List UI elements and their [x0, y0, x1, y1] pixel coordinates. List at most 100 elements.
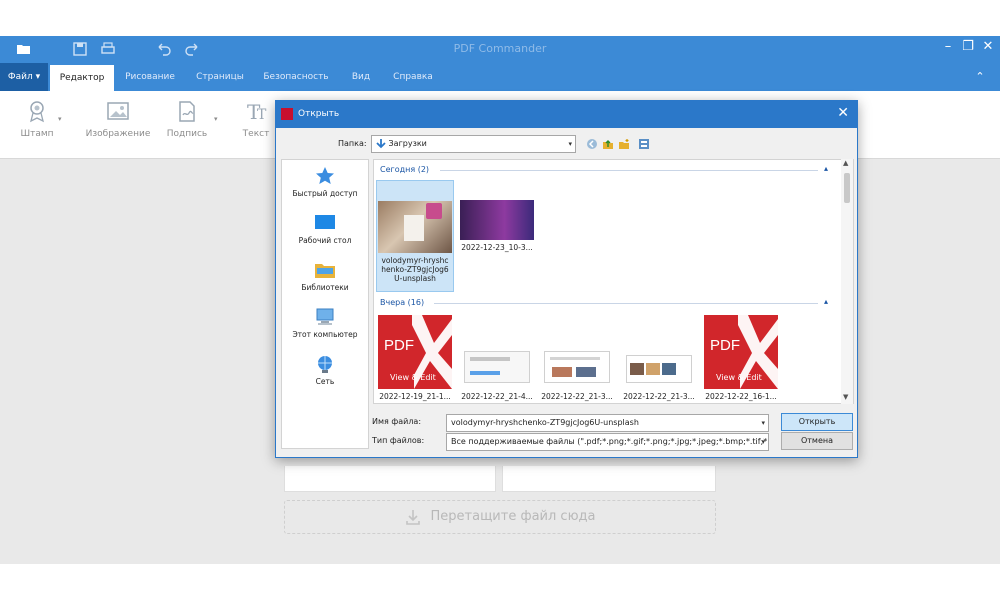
file-thumbnail [378, 201, 452, 253]
file-item[interactable]: 2022-12-23_10-3... [458, 200, 536, 252]
filetype-label: Тип файлов: [372, 436, 425, 445]
folder-label: Папка: [338, 139, 367, 148]
undo-icon[interactable] [156, 41, 172, 57]
stamp-dropdown-icon[interactable]: ▾ [58, 115, 62, 123]
file-thumbnail [540, 315, 614, 389]
download-icon [405, 509, 420, 525]
pdf-thumb-icon: PDF View & Edit [378, 315, 452, 389]
menu-drawing[interactable]: Рисование [116, 63, 184, 91]
file-item[interactable]: 2022-12-22_21-4... [458, 315, 536, 401]
file-item[interactable]: 2022-12-22_21-3... [538, 315, 616, 401]
drop-area: Перетащите файл сюда [284, 466, 716, 536]
menu-security[interactable]: Безопасность [256, 63, 336, 91]
file-name: 2022-12-22_21-4... [461, 392, 533, 401]
collapse-group-icon[interactable]: ▴ [824, 297, 828, 306]
chevron-down-icon: ▾ [761, 419, 765, 427]
folder-combo[interactable]: Загрузки ▾ [371, 135, 576, 153]
file-list: Сегодня (2) ▴ volodymyr-hryshchenko-ZT9g… [373, 159, 854, 404]
place-this-pc[interactable]: Этот компьютер [282, 307, 368, 339]
download-arrow-icon [376, 138, 386, 148]
up-folder-icon [603, 140, 613, 149]
app-title: PDF Commander [453, 42, 547, 55]
new-folder-icon [619, 139, 629, 149]
close-icon[interactable]: ✕ [980, 39, 996, 54]
filetype-select[interactable]: Все поддерживаемые файлы (".pdf;*.png;*.… [446, 433, 769, 451]
file-name: 2022-12-23_10-3... [461, 243, 533, 252]
signature-button[interactable]: Подпись [162, 99, 212, 139]
pdf-thumb-icon: PDF View & Edit [704, 315, 778, 389]
text-button[interactable]: TT Текст [236, 99, 276, 139]
collapse-ribbon-icon[interactable]: ⌃ [968, 63, 992, 91]
file-name: 2022-12-22_21-3... [541, 392, 613, 401]
menu-bar: Файл ▾ Редактор Рисование Страницы Безоп… [0, 63, 1000, 91]
file-name: volodymyr-hryshchenko-ZT9gjcJog6U-unspla… [381, 256, 449, 283]
minimize-icon[interactable]: – [940, 39, 956, 54]
file-list-scrollbar[interactable]: ▲ ▼ [841, 159, 853, 404]
view-menu-icon [639, 139, 649, 149]
file-name: 2022-12-19_21-1... [379, 392, 451, 401]
save-icon[interactable] [72, 41, 88, 57]
menu-file[interactable]: Файл ▾ [0, 63, 48, 91]
open-dialog: Открыть ✕ Папка: Загрузки ▾ Быстрый дост… [275, 100, 858, 458]
svg-text:T: T [257, 107, 267, 123]
file-item[interactable]: PDF View & Edit 2022-12-22_16-1... [702, 315, 780, 401]
place-network[interactable]: Сеть [282, 354, 368, 386]
filename-input[interactable]: volodymyr-hryshchenko-ZT9gjcJog6U-unspla… [446, 414, 769, 432]
file-name: 2022-12-22_16-1... [705, 392, 777, 401]
recent-card[interactable] [502, 466, 716, 492]
menu-view[interactable]: Вид [344, 63, 378, 91]
stamp-button[interactable]: Штамп [14, 99, 60, 139]
image-button[interactable]: Изображение [84, 99, 152, 139]
chevron-down-icon: ▾ [761, 438, 765, 446]
file-thumbnail: PDF View & Edit [704, 315, 778, 389]
file-thumbnail: PDF View & Edit [378, 315, 452, 389]
pdf-app-icon [281, 108, 293, 120]
scroll-thumb[interactable] [844, 173, 850, 203]
network-icon [318, 356, 332, 373]
group-divider [440, 170, 818, 171]
back-icon [587, 139, 597, 149]
file-item[interactable]: PDF View & Edit 2022-12-19_21-1... [376, 315, 454, 401]
image-icon [107, 102, 129, 120]
place-quick-access[interactable]: Быстрый доступ [282, 166, 368, 198]
star-icon [316, 167, 334, 184]
places-bar: Быстрый доступ Рабочий стол Библиотеки Э… [281, 159, 369, 449]
file-thumbnail [622, 315, 696, 389]
group-divider [434, 303, 818, 304]
place-libraries[interactable]: Библиотеки [282, 260, 368, 292]
folder-icon [315, 264, 335, 278]
restore-icon[interactable]: ❐ [960, 39, 976, 54]
group-header-today[interactable]: Сегодня (2) [380, 165, 429, 174]
dialog-close-icon[interactable]: ✕ [837, 105, 849, 121]
scroll-up-icon[interactable]: ▲ [843, 159, 848, 167]
stamp-icon [30, 101, 44, 123]
cancel-button[interactable]: Отмена [781, 432, 853, 450]
signature-dropdown-icon[interactable]: ▾ [214, 115, 218, 123]
dialog-title-bar: Открыть ✕ [276, 101, 857, 128]
place-desktop[interactable]: Рабочий стол [282, 213, 368, 245]
file-item[interactable]: volodymyr-hryshchenko-ZT9gjcJog6U-unspla… [376, 180, 454, 292]
scroll-down-icon[interactable]: ▼ [843, 393, 848, 401]
chevron-down-icon: ▾ [568, 140, 572, 148]
file-thumbnail [460, 200, 534, 240]
print-icon[interactable] [100, 41, 116, 57]
drop-zone[interactable]: Перетащите файл сюда [284, 500, 716, 534]
file-thumbnail [460, 315, 534, 389]
group-header-yesterday[interactable]: Вчера (16) [380, 298, 424, 307]
computer-icon [316, 308, 334, 325]
desktop-icon [315, 215, 335, 229]
menu-editor[interactable]: Редактор [50, 65, 114, 91]
open-button[interactable]: Открыть [781, 413, 853, 431]
signature-icon [179, 101, 195, 122]
title-bar: PDF Commander – ❐ ✕ [0, 36, 1000, 63]
collapse-group-icon[interactable]: ▴ [824, 164, 828, 173]
menu-help[interactable]: Справка [386, 63, 440, 91]
redo-icon[interactable] [184, 41, 200, 57]
menu-pages[interactable]: Страницы [188, 63, 252, 91]
file-name: 2022-12-22_21-3... [623, 392, 695, 401]
file-item[interactable]: 2022-12-22_21-3... [620, 315, 698, 401]
recent-card[interactable] [284, 466, 496, 492]
filename-label: Имя файла: [372, 417, 422, 426]
open-folder-icon[interactable] [16, 41, 32, 57]
dialog-title: Открыть [298, 109, 340, 119]
